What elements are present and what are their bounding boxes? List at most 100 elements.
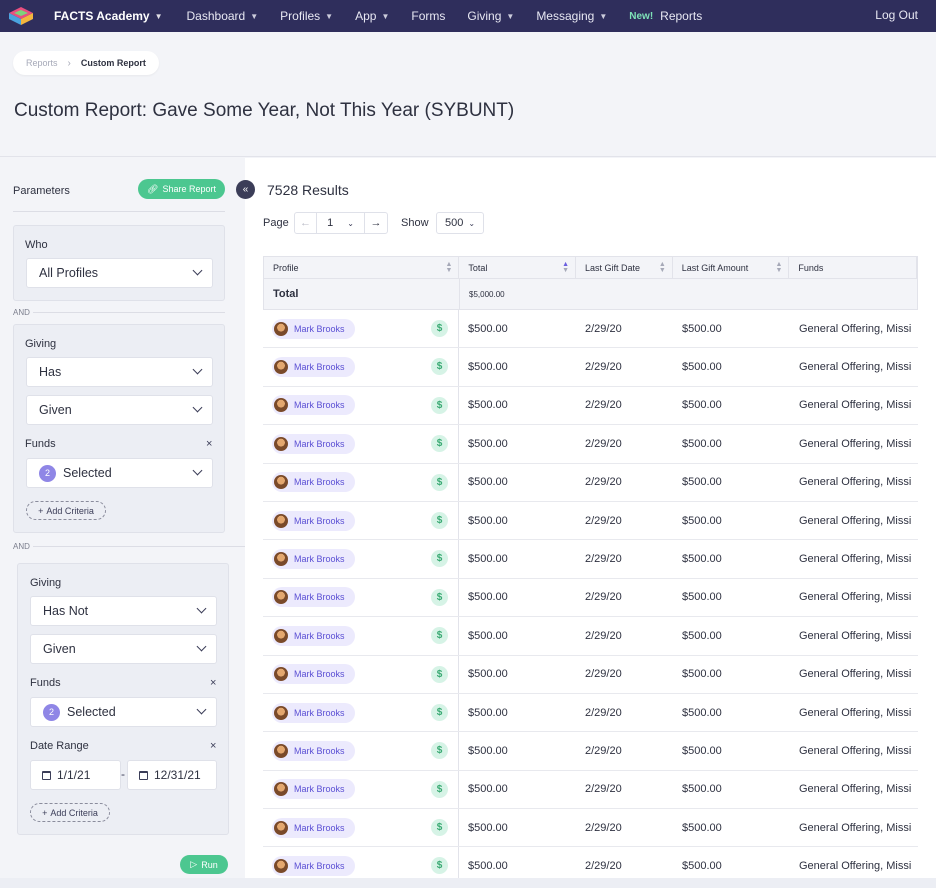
add-criteria-button[interactable]: + Add Criteria bbox=[30, 803, 110, 822]
nav-item-reports-label: Reports bbox=[660, 9, 703, 23]
breadcrumb-reports-link[interactable]: Reports bbox=[26, 58, 58, 68]
column-header-label: Total bbox=[468, 262, 488, 273]
remove-funds-icon[interactable]: × bbox=[206, 438, 212, 450]
play-icon: ▷ bbox=[190, 859, 198, 869]
prev-page-button[interactable]: ← bbox=[295, 213, 317, 233]
last-gift-date-cell: 2/29/20 bbox=[585, 821, 622, 834]
and-label: AND bbox=[13, 308, 30, 317]
table-row[interactable]: Mark Brooks $ $500.00 2/29/20 $500.00 Ge… bbox=[263, 386, 918, 426]
profile-chip[interactable]: Mark Brooks bbox=[272, 817, 355, 838]
giving-given-select[interactable]: Given bbox=[26, 395, 213, 425]
table-row[interactable]: Mark Brooks $ $500.00 2/29/20 $500.00 Ge… bbox=[263, 310, 918, 349]
arrow-right-icon: → bbox=[370, 217, 382, 229]
table-row[interactable]: Mark Brooks $ $500.00 2/29/20 $500.00 Ge… bbox=[263, 425, 918, 464]
next-page-button[interactable]: → bbox=[365, 213, 387, 233]
table-row[interactable]: Mark Brooks $ $500.00 2/29/20 $500.00 Ge… bbox=[263, 501, 918, 541]
page-number-select[interactable]: 1 ⌄ bbox=[317, 213, 365, 233]
add-criteria-label: Add Criteria bbox=[46, 505, 94, 516]
dollar-icon[interactable]: $ bbox=[431, 703, 448, 721]
dollar-icon[interactable]: $ bbox=[431, 588, 448, 606]
dollar-icon[interactable]: $ bbox=[431, 627, 448, 645]
profile-chip[interactable]: Mark Brooks bbox=[272, 472, 355, 493]
column-header-profile[interactable]: Profile ▲ ▼ bbox=[264, 257, 460, 278]
giving-criteria-card: Giving Has Not Given Funds × 2 Selected … bbox=[17, 563, 229, 835]
profile-chip[interactable]: Mark Brooks bbox=[272, 625, 355, 646]
page-size-select[interactable]: 500 ⌄ bbox=[436, 212, 484, 234]
nav-item-giving[interactable]: Giving ▼ bbox=[467, 9, 514, 23]
nav-item-dashboard[interactable]: Dashboard ▼ bbox=[187, 9, 259, 23]
dollar-icon[interactable]: $ bbox=[431, 473, 448, 491]
profile-chip[interactable]: Mark Brooks bbox=[272, 587, 355, 608]
dollar-icon[interactable]: $ bbox=[431, 857, 448, 875]
dollar-icon[interactable]: $ bbox=[431, 742, 448, 760]
giving-given-value: Given bbox=[39, 403, 72, 417]
giving-has-select[interactable]: Has bbox=[26, 357, 213, 387]
total-cell: $500.00 bbox=[468, 476, 508, 489]
table-row[interactable]: Mark Brooks $ $500.00 2/29/20 $500.00 Ge… bbox=[263, 770, 918, 810]
nav-item-app[interactable]: App ▼ bbox=[355, 9, 389, 23]
column-header-funds[interactable]: Funds bbox=[789, 257, 917, 278]
nav-item-forms[interactable]: Forms bbox=[411, 9, 445, 23]
nav-brand-menu[interactable]: FACTS Academy ▼ bbox=[54, 9, 163, 23]
table-row[interactable]: Mark Brooks $ $500.00 2/29/20 $500.00 Ge… bbox=[263, 732, 918, 771]
date-from-input[interactable]: 1/1/21 bbox=[30, 760, 121, 790]
nav-item-reports[interactable]: New! Reports bbox=[629, 9, 702, 23]
column-header-total[interactable]: Total ▲ ▼ bbox=[459, 257, 577, 278]
profile-chip[interactable]: Mark Brooks bbox=[272, 510, 355, 531]
remove-date-range-icon[interactable]: × bbox=[210, 740, 216, 752]
add-criteria-button[interactable]: + Add Criteria bbox=[26, 501, 106, 520]
dollar-icon[interactable]: $ bbox=[431, 358, 448, 376]
who-select[interactable]: All Profiles bbox=[26, 258, 213, 288]
column-header-last-gift-amount[interactable]: Last Gift Amount ▲ ▼ bbox=[673, 257, 790, 278]
giving-has-not-select[interactable]: Has Not bbox=[30, 596, 217, 626]
profile-chip[interactable]: Mark Brooks bbox=[272, 702, 355, 723]
profile-chip[interactable]: Mark Brooks bbox=[272, 779, 355, 800]
profile-name: Mark Brooks bbox=[294, 707, 345, 718]
dollar-icon[interactable]: $ bbox=[431, 435, 448, 453]
nav-item-label: App bbox=[355, 9, 377, 23]
remove-funds-icon[interactable]: × bbox=[210, 677, 216, 689]
nav-item-profiles[interactable]: Profiles ▼ bbox=[280, 9, 333, 23]
table-row[interactable]: Mark Brooks $ $500.00 2/29/20 $500.00 Ge… bbox=[263, 617, 918, 656]
dollar-icon[interactable]: $ bbox=[431, 780, 448, 798]
facts-logo-icon[interactable] bbox=[8, 6, 34, 26]
dollar-icon[interactable]: $ bbox=[431, 320, 448, 337]
horizontal-scrollbar[interactable] bbox=[0, 878, 936, 888]
profile-chip[interactable]: Mark Brooks bbox=[272, 433, 355, 454]
table-row[interactable]: Mark Brooks $ $500.00 2/29/20 $500.00 Ge… bbox=[263, 540, 918, 579]
profile-chip[interactable]: Mark Brooks bbox=[272, 664, 355, 685]
table-row[interactable]: Mark Brooks $ $500.00 2/29/20 $500.00 Ge… bbox=[263, 463, 918, 502]
collapse-panel-button[interactable]: « bbox=[236, 180, 255, 199]
profile-chip[interactable]: Mark Brooks bbox=[272, 740, 355, 761]
pagination: ← 1 ⌄ → bbox=[294, 212, 388, 234]
profile-chip[interactable]: Mark Brooks bbox=[272, 318, 355, 339]
share-report-button[interactable]: 🔗︎ Share Report bbox=[138, 179, 225, 199]
funds-select[interactable]: 2 Selected bbox=[30, 697, 217, 727]
nav-item-messaging[interactable]: Messaging ▼ bbox=[536, 9, 607, 23]
table-row[interactable]: Mark Brooks $ $500.00 2/29/20 $500.00 Ge… bbox=[263, 809, 918, 848]
giving-given-select[interactable]: Given bbox=[30, 634, 217, 664]
dollar-icon[interactable]: $ bbox=[431, 665, 448, 683]
profile-name: Mark Brooks bbox=[294, 861, 345, 872]
profile-chip[interactable]: Mark Brooks bbox=[272, 549, 355, 570]
dollar-icon[interactable]: $ bbox=[431, 819, 448, 837]
run-button[interactable]: ▷ Run bbox=[180, 855, 228, 874]
dollar-icon[interactable]: $ bbox=[431, 511, 448, 529]
dollar-icon[interactable]: $ bbox=[431, 396, 448, 414]
table-row[interactable]: Mark Brooks $ $500.00 2/29/20 $500.00 Ge… bbox=[263, 655, 918, 694]
date-to-input[interactable]: 12/31/21 bbox=[127, 760, 217, 790]
funds-label: Funds bbox=[25, 438, 56, 450]
last-gift-amount-cell: $500.00 bbox=[682, 553, 722, 566]
column-header-last-gift-date[interactable]: Last Gift Date ▲ ▼ bbox=[576, 257, 673, 278]
table-row[interactable]: Mark Brooks $ $500.00 2/29/20 $500.00 Ge… bbox=[263, 578, 918, 618]
total-cell: $500.00 bbox=[468, 361, 508, 374]
profile-chip[interactable]: Mark Brooks bbox=[272, 856, 355, 877]
logout-link[interactable]: Log Out bbox=[875, 8, 918, 22]
profile-chip[interactable]: Mark Brooks bbox=[272, 357, 355, 378]
dollar-icon[interactable]: $ bbox=[431, 550, 448, 568]
profile-name: Mark Brooks bbox=[294, 400, 345, 411]
profile-chip[interactable]: Mark Brooks bbox=[272, 395, 355, 416]
table-row[interactable]: Mark Brooks $ $500.00 2/29/20 $500.00 Ge… bbox=[263, 693, 918, 733]
table-row[interactable]: Mark Brooks $ $500.00 2/29/20 $500.00 Ge… bbox=[263, 348, 918, 387]
funds-select[interactable]: 2 Selected bbox=[26, 458, 213, 488]
